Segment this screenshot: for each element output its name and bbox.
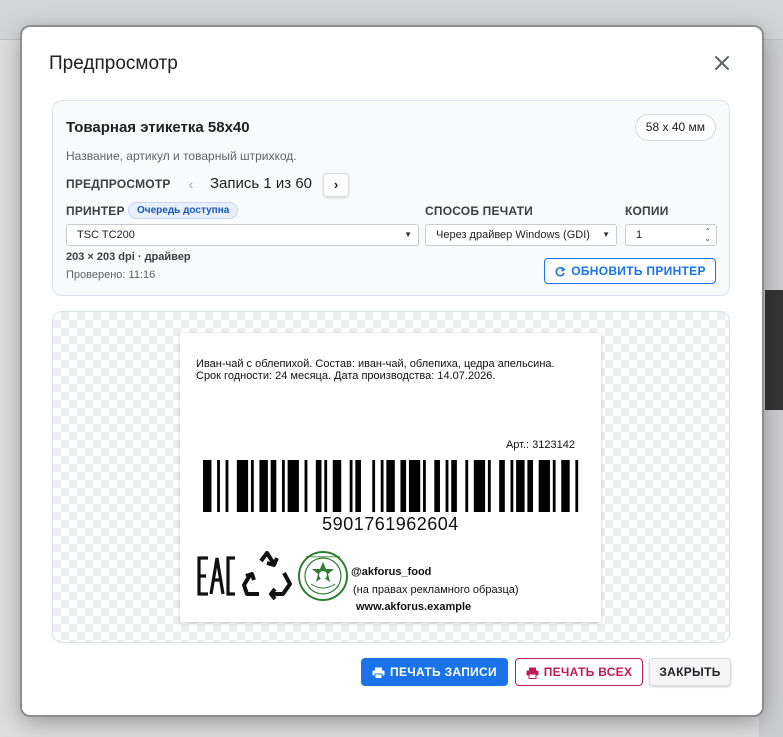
refresh-printer-button[interactable]: ОБНОВИТЬ ПРИНТЕР — [544, 258, 716, 284]
barcode-number: 5901761962604 — [322, 514, 459, 534]
barcode-bar — [332, 460, 342, 512]
dialog-title: Предпросмотр — [49, 53, 178, 74]
print-method-label: СПОСОБ ПЕЧАТИ — [425, 204, 533, 218]
size-badge: 58 x 40 мм — [634, 114, 716, 141]
printer-select[interactable]: TSC TC200 ▼ — [66, 224, 419, 246]
barcode-bar — [451, 460, 457, 512]
brand-note: (на правах рекламного образца) — [353, 584, 519, 596]
barcode-image — [203, 460, 579, 512]
refresh-icon — [555, 266, 567, 277]
template-description: Название, артикул и товарный штрихкод. — [66, 149, 297, 163]
print-method-select[interactable]: Через драйвер Windows (GDI) ▼ — [425, 224, 617, 246]
refresh-printer-label: ОБНОВИТЬ ПРИНТЕР — [571, 264, 706, 278]
barcode-bar — [473, 460, 486, 512]
barcode-bar — [217, 460, 220, 512]
chevron-left-icon[interactable]: ‹ — [183, 174, 199, 194]
barcode-bar — [380, 460, 384, 512]
brand-handle: @akforus_food — [351, 566, 432, 578]
barcode-bar — [203, 460, 212, 512]
close-button[interactable]: ЗАКРЫТЬ — [649, 658, 731, 686]
record-counter: Запись 1 из 60 — [210, 175, 313, 192]
label-article: Арт.: 3123142 — [505, 439, 575, 451]
preview-dialog: Предпросмотр Товарная этикетка 58x40 58 … — [22, 27, 762, 715]
preview-nav-label: ПРЕДПРОСМОТР — [66, 177, 171, 191]
barcode-bar — [575, 460, 579, 512]
template-title: Товарная этикетка 58x40 — [66, 119, 250, 136]
print-method-select-value: Через драйвер Windows (GDI) — [436, 229, 590, 241]
chevron-right-icon[interactable]: › — [323, 173, 349, 197]
template-card: Товарная этикетка 58x40 58 x 40 мм Назва… — [52, 100, 730, 296]
barcode-bar — [349, 460, 353, 512]
print-all-button[interactable]: ПЕЧАТЬ ВСЕХ — [515, 658, 643, 686]
barcode-bar — [355, 460, 361, 512]
barcode-bar — [527, 460, 534, 512]
copies-value: 1 — [636, 229, 643, 241]
barcode-bar — [372, 460, 376, 512]
barcode-bar — [538, 460, 550, 512]
barcode-bar — [324, 460, 328, 512]
printer-label: ПРИНТЕР — [66, 204, 125, 218]
label-description-line2: Срок годности: 24 месяца. Дата производс… — [196, 370, 496, 382]
barcode-bar — [270, 460, 277, 512]
printer-checked-time: Проверено: 11:16 — [66, 269, 156, 281]
barcode-bar — [386, 460, 395, 512]
printer-icon — [526, 667, 539, 679]
print-record-button[interactable]: ПЕЧАТЬ ЗАПИСИ — [361, 658, 508, 686]
barcode-bar — [281, 460, 285, 512]
barcode-bar — [510, 460, 514, 512]
close-icon[interactable] — [710, 51, 734, 75]
barcode-bar — [259, 460, 268, 512]
barcode-bar — [250, 460, 254, 512]
barcode-bar — [304, 460, 308, 512]
label-description-line1: Иван-чай с облепихой. Состав: иван-чай, … — [196, 358, 555, 370]
barcode-bar — [434, 460, 440, 512]
certification-seal-icon — [298, 551, 348, 601]
barcode-bar — [408, 460, 421, 512]
print-record-label: ПЕЧАТЬ ЗАПИСИ — [390, 665, 497, 679]
barcode-bar — [561, 460, 570, 512]
barcode-bar — [516, 460, 525, 512]
barcode-bar — [236, 460, 249, 512]
label-preview-area: Иван-чай с облепихой. Состав: иван-чай, … — [52, 311, 730, 643]
printer-icon — [372, 667, 385, 679]
barcode-bar — [225, 460, 229, 512]
barcode-bar — [552, 460, 556, 512]
barcode-bar — [465, 460, 469, 512]
barcode-bar — [445, 460, 449, 512]
stepper-icon[interactable]: ⌃ ⌄ — [704, 228, 711, 243]
label-sheet: Иван-чай с облепихой. Состав: иван-чай, … — [180, 333, 601, 622]
eac-mark-icon — [197, 556, 235, 596]
brand-website: www.akforus.example — [356, 601, 472, 613]
copies-input[interactable]: 1 ⌃ ⌄ — [625, 224, 717, 246]
barcode-bar — [487, 460, 491, 512]
copies-label: КОПИИ — [625, 204, 669, 218]
barcode-bar — [400, 460, 407, 512]
barcode-bar — [423, 460, 426, 512]
printer-details: 203 × 203 dpi · драйвер — [66, 251, 191, 263]
barcode-bar — [315, 460, 322, 512]
recycle-icon — [242, 551, 292, 601]
printer-select-value: TSC TC200 — [77, 229, 135, 241]
chevron-down-icon: ▼ — [602, 230, 610, 239]
barcode-bar — [287, 460, 299, 512]
queue-status-badge: Очередь доступна — [128, 202, 239, 219]
print-all-label: ПЕЧАТЬ ВСЕХ — [543, 665, 633, 679]
chevron-down-icon: ▼ — [404, 230, 412, 239]
barcode-bar — [499, 460, 505, 512]
